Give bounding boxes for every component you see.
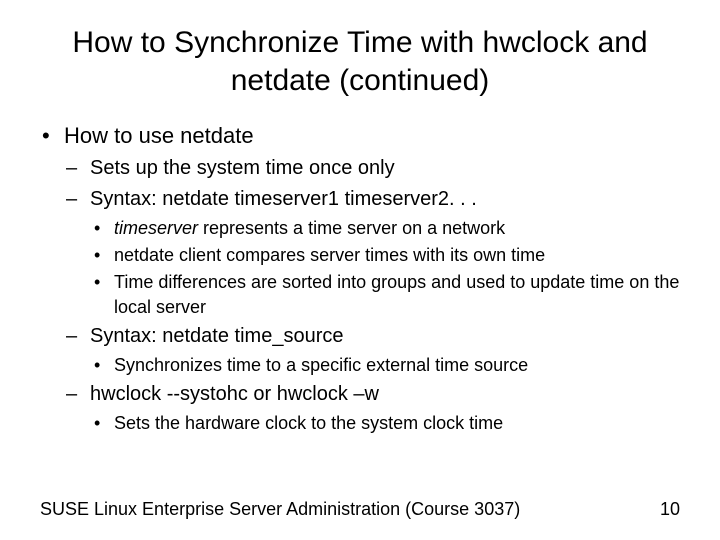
bullet-text: represents a time server on a network xyxy=(198,218,505,238)
footer-text: SUSE Linux Enterprise Server Administrat… xyxy=(40,499,520,520)
bullet-list-level3: Synchronizes time to a specific external… xyxy=(90,353,680,377)
list-item: Time differences are sorted into groups … xyxy=(90,270,680,319)
bullet-text: netdate client compares server times wit… xyxy=(114,245,545,265)
list-item: Syntax: netdate time_source Synchronizes… xyxy=(64,323,680,377)
bullet-text: Synchronizes time to a specific external… xyxy=(114,355,528,375)
bullet-list-level3: timeserver represents a time server on a… xyxy=(90,216,680,319)
footer: SUSE Linux Enterprise Server Administrat… xyxy=(40,499,680,520)
bullet-text: Syntax: netdate timeserver1 timeserver2.… xyxy=(90,188,477,210)
bullet-text: Time differences are sorted into groups … xyxy=(114,272,679,316)
slide-title: How to Synchronize Time with hwclock and… xyxy=(40,24,680,99)
bullet-list-level3: Sets the hardware clock to the system cl… xyxy=(90,411,680,435)
bullet-text: Sets the hardware clock to the system cl… xyxy=(114,413,503,433)
page-number: 10 xyxy=(660,499,680,520)
slide: How to Synchronize Time with hwclock and… xyxy=(0,0,720,540)
italic-term: timeserver xyxy=(114,218,198,238)
bullet-list-level1: How to use netdate Sets up the system ti… xyxy=(40,121,680,435)
bullet-text: Sets up the system time once only xyxy=(90,157,395,179)
list-item: Sets up the system time once only xyxy=(64,155,680,182)
list-item: Synchronizes time to a specific external… xyxy=(90,353,680,377)
bullet-text: How to use netdate xyxy=(64,123,254,148)
bullet-list-level2: Sets up the system time once only Syntax… xyxy=(64,155,680,436)
bullet-text: Syntax: netdate time_source xyxy=(90,325,343,347)
list-item: Syntax: netdate timeserver1 timeserver2.… xyxy=(64,186,680,319)
list-item: hwclock --systohc or hwclock –w Sets the… xyxy=(64,381,680,435)
bullet-text: hwclock --systohc or hwclock –w xyxy=(90,383,379,405)
list-item: Sets the hardware clock to the system cl… xyxy=(90,411,680,435)
list-item: How to use netdate Sets up the system ti… xyxy=(40,121,680,435)
list-item: timeserver represents a time server on a… xyxy=(90,216,680,240)
list-item: netdate client compares server times wit… xyxy=(90,243,680,267)
